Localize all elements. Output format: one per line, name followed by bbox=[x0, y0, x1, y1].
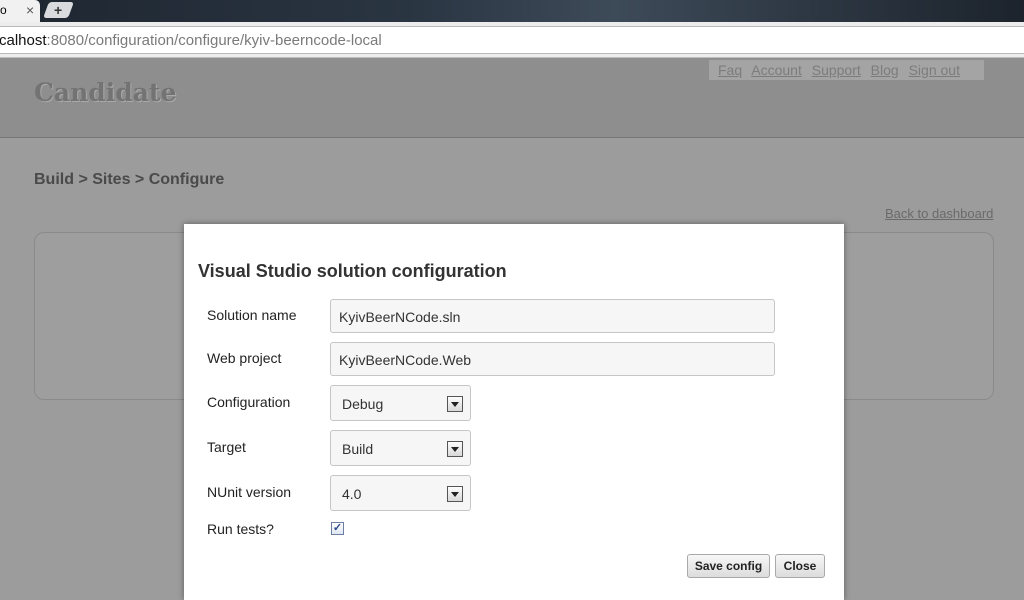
nunit-version-select[interactable]: 4.0 bbox=[330, 475, 471, 511]
config-dialog: Visual Studio solution configuration Sol… bbox=[184, 224, 844, 600]
configuration-value: Debug bbox=[342, 396, 384, 412]
plus-icon: + bbox=[54, 2, 63, 18]
nunit-version-label: NUnit version bbox=[207, 484, 292, 500]
address-bar[interactable]: calhost:8080/configuration/configure/kyi… bbox=[0, 26, 1024, 54]
chevron-down-icon[interactable] bbox=[447, 486, 463, 502]
url-text: calhost:8080/configuration/configure/kyi… bbox=[0, 32, 382, 49]
site-header: Candidate Faq Account Support Blog Sign … bbox=[0, 58, 1024, 138]
tab-close-icon[interactable]: × bbox=[26, 2, 34, 18]
dialog-title: Visual Studio solution configuration bbox=[198, 261, 507, 281]
configuration-select[interactable]: Debug bbox=[330, 385, 471, 421]
nav-link-account[interactable]: Account bbox=[751, 62, 802, 78]
run-tests-checkbox[interactable]: ✓ bbox=[331, 522, 344, 535]
chevron-down-icon[interactable] bbox=[447, 396, 463, 412]
nav-link-sign-out[interactable]: Sign out bbox=[909, 62, 960, 78]
browser-tabstrip: o × + bbox=[0, 0, 1024, 22]
nav-link-faq[interactable]: Faq bbox=[718, 62, 742, 78]
solution-name-label: Solution name bbox=[207, 307, 297, 323]
close-button[interactable]: Close bbox=[775, 554, 825, 578]
save-config-button[interactable]: Save config bbox=[687, 554, 770, 578]
back-to-dashboard-link[interactable]: Back to dashboard bbox=[885, 206, 993, 221]
breadcrumb: Build > Sites > Configure bbox=[34, 171, 225, 188]
browser-tab[interactable]: o × bbox=[0, 0, 40, 22]
solution-name-input[interactable]: KyivBeerNCode.sln bbox=[330, 299, 775, 333]
target-label: Target bbox=[207, 439, 246, 455]
site-logo[interactable]: Candidate bbox=[34, 78, 176, 107]
url-path: :8080/configuration/configure/kyiv-beern… bbox=[46, 32, 382, 49]
target-select[interactable]: Build bbox=[330, 430, 471, 466]
nav-link-blog[interactable]: Blog bbox=[871, 62, 899, 78]
web-project-input[interactable]: KyivBeerNCode.Web bbox=[330, 342, 775, 376]
nunit-version-value: 4.0 bbox=[342, 486, 362, 502]
url-host: calhost bbox=[0, 32, 47, 49]
tab-title: o bbox=[0, 3, 7, 17]
target-value: Build bbox=[342, 441, 374, 457]
top-nav: Faq Account Support Blog Sign out bbox=[709, 60, 984, 80]
web-project-label: Web project bbox=[207, 350, 282, 366]
configuration-label: Configuration bbox=[207, 394, 291, 410]
run-tests-label: Run tests? bbox=[207, 521, 274, 537]
browser-toolbar: calhost:8080/configuration/configure/kyi… bbox=[0, 22, 1024, 58]
chevron-down-icon[interactable] bbox=[447, 441, 463, 457]
new-tab-button[interactable]: + bbox=[43, 2, 74, 18]
nav-link-support[interactable]: Support bbox=[812, 62, 861, 78]
